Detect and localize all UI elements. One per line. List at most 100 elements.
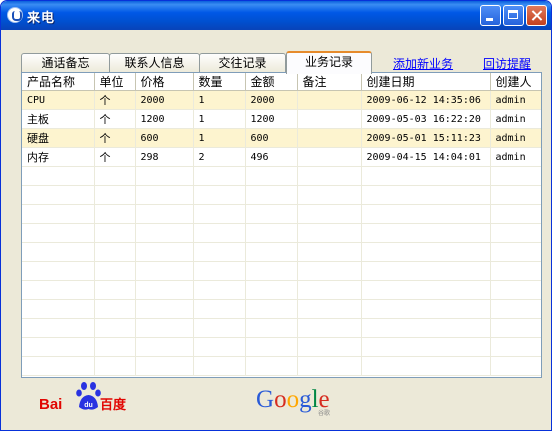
empty-table-cell [22,185,95,205]
table-cell: 2 [193,147,246,167]
tab-business-records[interactable]: 业务记录 [286,51,372,74]
client-area: 通话备忘 联系人信息 交往记录 业务记录 添加新业务 回访提醒 产品名称 单位 … [4,30,548,428]
table-cell: 2009-05-01 15:11:23 [361,128,491,148]
empty-table-cell [94,356,136,376]
table-cell: 2009-05-03 16:22:20 [361,109,491,129]
svg-text:du: du [84,402,93,409]
table-cell: 1 [193,90,246,110]
empty-table-cell [361,299,491,319]
empty-table-cell [22,223,95,243]
column-header[interactable]: 价格 [135,73,194,91]
title-bar[interactable]: 来电 [1,1,551,30]
empty-table-cell [361,261,491,281]
empty-table-cell [361,318,491,338]
table-cell: 个 [94,128,136,148]
empty-table-cell [361,185,491,205]
google-logo[interactable]: Google 谷歌 [256,381,346,417]
empty-table-cell [245,318,298,338]
empty-table-cell [22,261,95,281]
table-row[interactable]: 内存 个 298 2 496 2009-04-15 14:04:01 admin [22,147,541,167]
empty-table-cell [490,185,541,205]
empty-table-cell [490,337,541,357]
table-cell: 2009-04-15 14:04:01 [361,147,491,167]
table-cell: 主板 [22,109,95,129]
column-header[interactable]: 创建日期 [361,73,491,91]
table-cell: 内存 [22,147,95,167]
empty-table-cell [193,337,246,357]
add-business-link[interactable]: 添加新业务 [393,55,453,72]
window-title: 来电 [27,11,56,26]
empty-table-cell [193,356,246,376]
empty-table-cell [193,204,246,224]
tab-call-memo[interactable]: 通话备忘 [21,53,110,73]
table-row[interactable]: 硬盘 个 600 1 600 2009-05-01 15:11:23 admin [22,128,541,148]
table-row[interactable]: CPU 个 2000 1 2000 2009-06-12 14:35:06 ad… [22,90,541,110]
table-cell: admin [490,109,541,129]
empty-table-cell [297,166,362,186]
table-cell: 1 [193,128,246,148]
empty-table-cell [94,185,136,205]
column-header[interactable]: 金额 [245,73,298,91]
empty-table-cell [135,166,194,186]
empty-table-cell [22,166,95,186]
empty-table-cell [94,166,136,186]
table-cell: 2000 [135,90,194,110]
table-row[interactable]: 主板 个 1200 1 1200 2009-05-03 16:22:20 adm… [22,109,541,129]
empty-table-cell [94,337,136,357]
empty-table-cell [135,280,194,300]
empty-table-cell [22,242,95,262]
empty-table-row [22,185,541,205]
table-cell: 298 [135,147,194,167]
table-cell [297,109,362,129]
empty-table-row [22,223,541,243]
table-cell: 1200 [135,109,194,129]
table-cell: 个 [94,90,136,110]
baidu-logo[interactable]: du Bai 百度 [38,378,128,414]
minimize-button[interactable] [480,5,501,26]
empty-table-cell [22,299,95,319]
main-window: 来电 通话备忘 联系人信息 交往记录 业务记录 添加新业务 回访提醒 产品名称 … [0,0,552,431]
empty-table-row [22,261,541,281]
table-cell [297,90,362,110]
table-header-row: 产品名称 单位 价格 数量 金额 备注 创建日期 创建人 [22,73,541,91]
empty-table-cell [245,356,298,376]
column-header[interactable]: 产品名称 [22,73,95,91]
empty-table-cell [193,185,246,205]
table-cell: CPU [22,90,95,110]
table-cell: admin [490,147,541,167]
empty-table-cell [361,356,491,376]
column-header[interactable]: 备注 [297,73,362,91]
empty-table-row [22,356,541,376]
empty-table-row [22,318,541,338]
column-header[interactable]: 单位 [94,73,136,91]
empty-table-cell [297,318,362,338]
empty-table-cell [135,337,194,357]
empty-table-cell [297,280,362,300]
empty-table-cell [490,223,541,243]
empty-table-cell [135,223,194,243]
empty-table-cell [361,280,491,300]
table-cell [297,128,362,148]
empty-table-cell [94,204,136,224]
empty-table-cell [193,261,246,281]
empty-table-cell [94,223,136,243]
tab-interaction-records[interactable]: 交往记录 [199,53,286,73]
empty-table-cell [94,318,136,338]
empty-table-cell [135,356,194,376]
table-cell: 600 [245,128,298,148]
table-cell: 2009-06-12 14:35:06 [361,90,491,110]
empty-table-cell [245,223,298,243]
column-header[interactable]: 数量 [193,73,246,91]
empty-table-cell [490,318,541,338]
maximize-button[interactable] [503,5,524,26]
empty-table-cell [94,280,136,300]
close-button[interactable] [526,5,547,26]
empty-table-cell [193,242,246,262]
empty-table-cell [490,280,541,300]
svg-text:谷歌: 谷歌 [318,409,330,417]
followup-reminder-link[interactable]: 回访提醒 [483,55,531,72]
empty-table-cell [135,185,194,205]
tab-contact-info[interactable]: 联系人信息 [109,53,200,73]
column-header[interactable]: 创建人 [490,73,541,91]
empty-table-cell [22,280,95,300]
